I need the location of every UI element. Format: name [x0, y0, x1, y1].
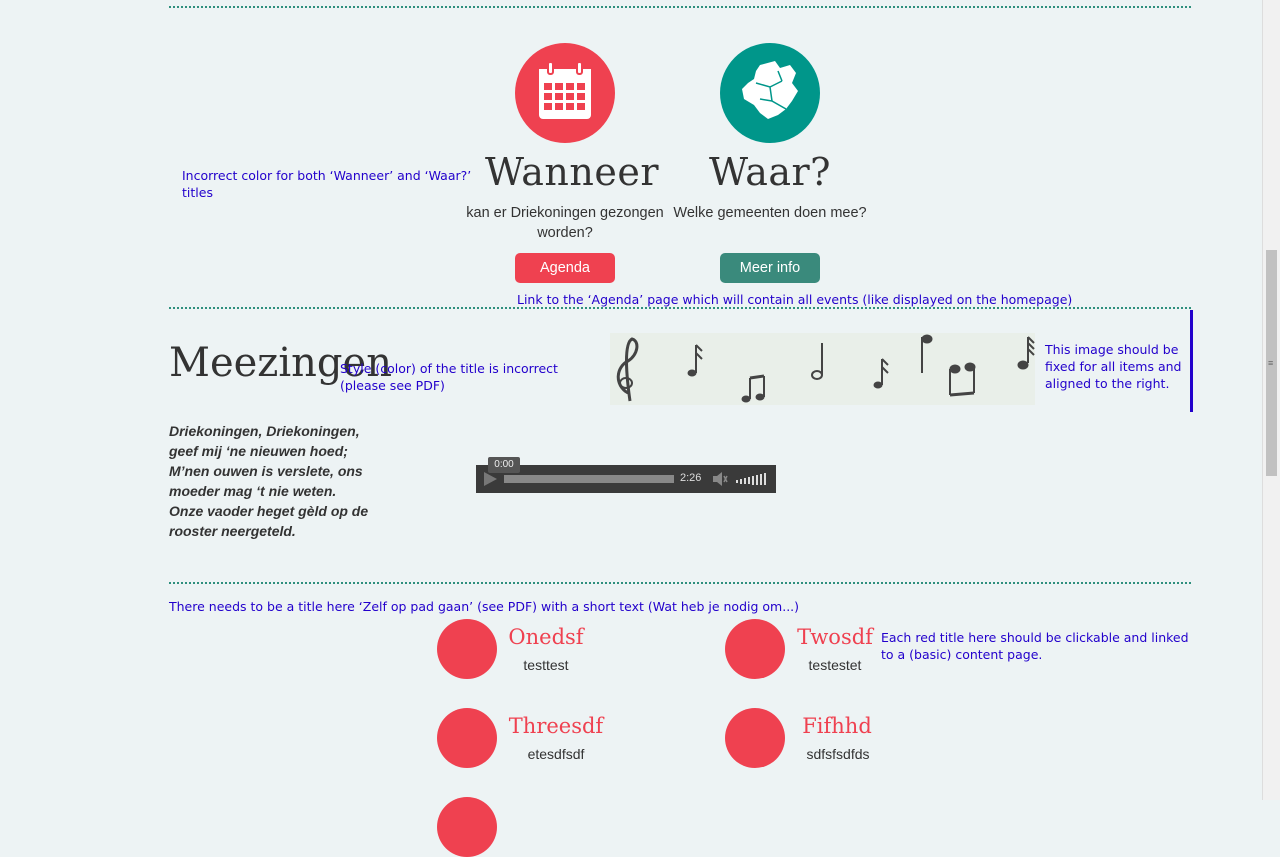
item-circle: [437, 797, 497, 857]
lyrics-line: rooster neergeteld.: [169, 523, 296, 539]
lyrics-line: M’nen ouwen is verslete, ons: [169, 463, 363, 479]
item-text: etesdfsdf: [527, 746, 585, 762]
item-circle: [725, 619, 785, 679]
item-text: sdfsfsdfds: [806, 746, 870, 762]
lyrics-line: Onze vaoder heget gèld op de: [169, 503, 369, 519]
when-title: Wanneer: [485, 150, 659, 194]
item-text: testestet: [808, 657, 862, 673]
divider-top: [169, 6, 1191, 8]
item-title-link[interactable]: Twosdf: [785, 625, 885, 649]
duration-label: 2:26: [680, 472, 702, 484]
song-lyrics: Driekoningen, Driekoningen, geef mij ‘ne…: [169, 421, 389, 541]
divider-bottom: [169, 582, 1191, 584]
mute-button[interactable]: [712, 471, 728, 487]
annotation-image-fixed: This image should be fixed for all items…: [1045, 342, 1182, 391]
calendar-circle: [515, 43, 615, 143]
item-text: testtest: [523, 657, 569, 673]
item-circle: [725, 708, 785, 768]
annotation-agenda-link: Link to the ‘Agenda’ page which will con…: [517, 292, 1073, 307]
scrollbar-grip-icon: ≡: [1268, 358, 1274, 368]
seek-bar[interactable]: [504, 475, 674, 483]
map-circle: [720, 43, 820, 143]
annotation-title-color: Incorrect color for both ‘Wanneer’ and ‘…: [182, 168, 472, 200]
volume-bars-icon: [736, 473, 766, 485]
play-icon: [484, 472, 497, 486]
volume-slider[interactable]: [736, 472, 770, 486]
item-title-link[interactable]: Fifhhd: [787, 714, 887, 738]
more-info-button[interactable]: Meer info: [720, 253, 820, 283]
when-subtitle: kan er Driekoningen gezongen worden?: [466, 205, 664, 241]
lyrics-line: geef mij ‘ne nieuwen hoed;: [169, 443, 348, 459]
play-button[interactable]: [482, 471, 498, 487]
music-notes-image: [610, 333, 1035, 405]
speaker-icon: [713, 472, 728, 486]
item-circle: [437, 708, 497, 768]
where-title: Waar?: [708, 150, 832, 194]
annotation-section-title: There needs to be a title here ‘Zelf op …: [169, 599, 800, 614]
agenda-button[interactable]: Agenda: [515, 253, 615, 283]
lyrics-line: moeder mag ‘t nie weten.: [169, 483, 337, 499]
annotation-sing-title: Style (color) of the title is incorrect …: [340, 361, 558, 393]
where-subtitle: Welke gemeenten doen mee?: [673, 205, 867, 221]
item-circle: [437, 619, 497, 679]
item-title-link[interactable]: Onedsf: [496, 625, 596, 649]
lyrics-line: Driekoningen, Driekoningen,: [169, 423, 360, 439]
page-scrollbar[interactable]: ≡: [1262, 0, 1280, 800]
calendar-icon: [539, 61, 591, 119]
music-notes-icon: [616, 334, 1035, 403]
item-title-link[interactable]: Threesdf: [496, 714, 616, 738]
annotation-clickable-titles: Each red title here should be clickable …: [881, 630, 1189, 662]
divider-middle: [169, 307, 1191, 309]
audio-player: 0:00 2:26: [476, 457, 776, 493]
annotation-marker-bar: [1190, 310, 1193, 412]
map-icon: [742, 61, 798, 119]
